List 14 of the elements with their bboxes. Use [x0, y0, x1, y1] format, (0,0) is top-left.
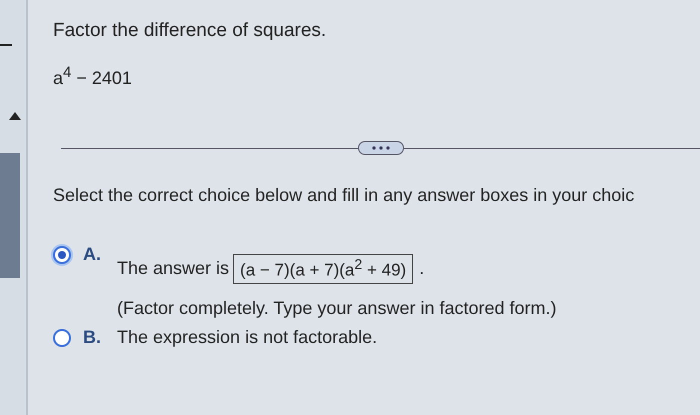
- question-title: Factor the difference of squares.: [53, 20, 328, 42]
- choice-letter: A.: [83, 244, 102, 265]
- answer-field[interactable]: (a − 7)(a + 7)(a$^{2}$ + 49): [233, 254, 414, 284]
- radio-button[interactable]: [53, 328, 71, 347]
- more-icon[interactable]: [358, 141, 404, 155]
- answer-label: The answer is: [117, 258, 230, 280]
- choice-letter: B.: [83, 326, 102, 348]
- hint-text: (Factor completely. Type your answer in factored form.): [117, 298, 556, 319]
- instruction-text: Select the correct choice below and fill in any answer boxes in your choic: [53, 185, 636, 206]
- choice-text: The expression is not factorable.: [117, 326, 378, 348]
- up-arrow-icon[interactable]: [9, 112, 21, 120]
- radio-button[interactable]: [53, 246, 71, 264]
- math-expression: a$^{4}$ − 2401: [53, 64, 133, 89]
- period-text: .: [419, 258, 424, 280]
